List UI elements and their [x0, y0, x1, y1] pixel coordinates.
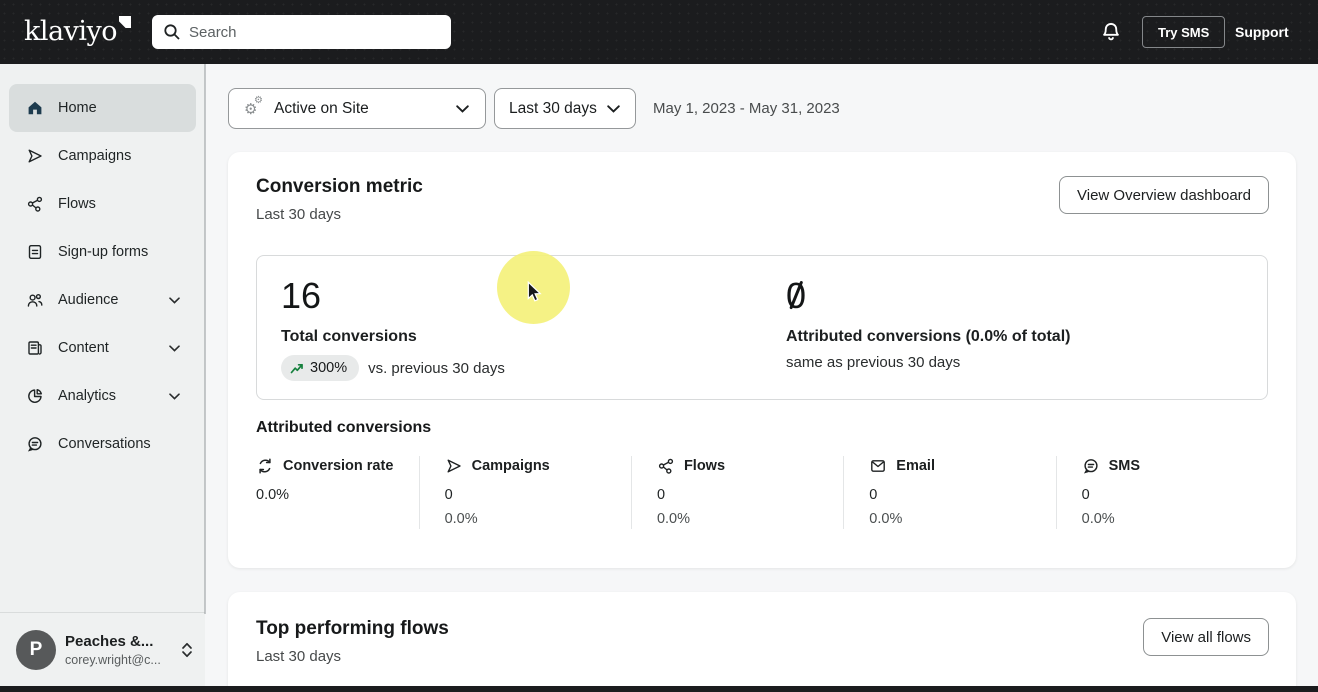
sidebar-item-label: Audience: [58, 292, 119, 308]
conversion-summary-box: 16 Total conversions 300% vs. previous 3…: [256, 255, 1268, 400]
card-subtitle: Last 30 days: [256, 648, 342, 665]
bottom-frame-strip: [0, 686, 1318, 692]
attributed-conversions-label: Attributed conversions (0.0% of total): [786, 328, 1071, 345]
chevron-down-icon: [169, 344, 180, 352]
sidebar: Home Campaigns Flows Sign-up forms Audie…: [0, 64, 205, 692]
total-conversions-value: 16: [281, 275, 322, 316]
topbar: klaviyo Try SMS Support: [0, 0, 1318, 64]
gears-icon: ⚙ ⚙: [244, 94, 263, 118]
breakdown-col-sms: SMS 0 0.0%: [1055, 456, 1268, 529]
sidebar-item-label: Home: [58, 100, 97, 116]
view-overview-dashboard-button[interactable]: View Overview dashboard: [1059, 176, 1269, 214]
klaviyo-flag-icon: [119, 16, 131, 28]
card-title: Conversion metric: [256, 176, 423, 197]
breakdown-col-conversion-rate: Conversion rate 0.0%: [256, 456, 419, 529]
expand-chevrons-icon: [181, 642, 193, 658]
sidebar-item-audience[interactable]: Audience: [9, 276, 196, 324]
breakdown-percent: 0.0%: [444, 511, 478, 527]
breakdown-value: 0: [656, 487, 666, 503]
metric-dropdown[interactable]: ⚙ ⚙ Active on Site: [228, 88, 486, 129]
chevron-down-icon: [169, 392, 180, 400]
home-icon: [26, 99, 44, 117]
chevron-down-icon: [169, 296, 180, 304]
sidebar-item-conversations[interactable]: Conversations: [9, 420, 196, 468]
attributed-conversions-note: same as previous 30 days: [786, 354, 961, 371]
sidebar-item-campaigns[interactable]: Campaigns: [9, 132, 196, 180]
account-switcher[interactable]: P Peaches &... corey.wright@c...: [0, 612, 205, 686]
sidebar-divider: [204, 64, 206, 614]
card-subtitle: Last 30 days: [256, 206, 342, 223]
breakdown-title: Attributed conversions: [256, 419, 432, 436]
sms-icon: [1082, 457, 1100, 475]
attributed-breakdown-row: Conversion rate 0.0% Campaigns 0 0.0% Fl…: [256, 456, 1268, 529]
sidebar-item-label: Sign-up forms: [58, 244, 149, 260]
avatar: P: [16, 629, 56, 670]
breakdown-percent: 0.0%: [869, 511, 903, 527]
date-range-text: May 1, 2023 - May 31, 2023: [653, 100, 840, 117]
breakdown-percent: 0.0%: [1081, 511, 1115, 527]
klaviyo-logo[interactable]: klaviyo: [24, 14, 131, 50]
breakdown-percent: 0.0%: [656, 511, 690, 527]
sidebar-item-home[interactable]: Home: [9, 84, 196, 132]
users-icon: [26, 291, 44, 309]
change-badge: 300%: [281, 355, 360, 381]
account-email: corey.wright@c...: [65, 652, 161, 667]
send-icon: [26, 147, 44, 165]
date-range-dropdown[interactable]: Last 30 days: [494, 88, 636, 129]
sidebar-item-analytics[interactable]: Analytics: [9, 372, 196, 420]
change-value: 300%: [310, 360, 348, 376]
sidebar-item-flows[interactable]: Flows: [9, 180, 196, 228]
content-icon: [26, 339, 44, 357]
notifications-bell-icon[interactable]: [1100, 21, 1122, 43]
breakdown-value: 0: [1081, 487, 1090, 503]
try-sms-button[interactable]: Try SMS: [1142, 16, 1226, 48]
sync-icon: [256, 457, 274, 475]
breakdown-value: 0.0%: [256, 487, 290, 503]
form-icon: [26, 243, 44, 261]
breakdown-value: 0: [869, 487, 878, 503]
sidebar-item-label: Campaigns: [58, 148, 132, 164]
flow-icon: [26, 195, 44, 213]
breakdown-col-campaigns: Campaigns 0 0.0%: [418, 456, 631, 529]
support-link[interactable]: Support: [1235, 24, 1289, 40]
card-title: Top performing flows: [256, 618, 449, 639]
attributed-conversions-value: 0: [786, 275, 807, 316]
sidebar-item-label: Conversations: [58, 436, 151, 452]
global-search: [152, 15, 451, 49]
logo-wordmark: klaviyo: [24, 16, 118, 47]
total-conversions-label: Total conversions: [281, 328, 417, 345]
sidebar-item-label: Content: [58, 340, 109, 356]
chevron-down-icon: [456, 104, 469, 113]
filters-row: ⚙ ⚙ Active on Site Last 30 days May 1, 20…: [228, 88, 840, 129]
sidebar-item-signup-forms[interactable]: Sign-up forms: [9, 228, 196, 276]
breakdown-col-email: Email 0 0.0%: [843, 456, 1055, 529]
conversion-metric-card: Conversion metric Last 30 days View Over…: [228, 152, 1296, 568]
trend-up-icon: [290, 362, 304, 375]
metric-dropdown-value: Active on Site: [274, 99, 369, 117]
pie-icon: [26, 387, 44, 405]
account-name: Peaches &...: [65, 632, 154, 650]
chat-icon: [26, 435, 44, 453]
sidebar-item-content[interactable]: Content: [9, 324, 196, 372]
change-note: vs. previous 30 days: [368, 359, 505, 377]
send-icon: [445, 457, 463, 475]
breakdown-value: 0: [444, 487, 453, 503]
search-icon: [163, 23, 181, 41]
email-icon: [869, 457, 887, 475]
main-content: ⚙ ⚙ Active on Site Last 30 days May 1, 20…: [205, 64, 1318, 692]
sidebar-item-label: Analytics: [58, 388, 117, 404]
top-performing-flows-card: Top performing flows Last 30 days View a…: [228, 592, 1296, 692]
breakdown-col-flows: Flows 0 0.0%: [630, 456, 843, 529]
chevron-down-icon: [607, 104, 620, 113]
view-all-flows-button[interactable]: View all flows: [1143, 618, 1269, 656]
date-dropdown-value: Last 30 days: [509, 99, 597, 117]
sidebar-item-label: Flows: [58, 196, 96, 212]
search-input[interactable]: [152, 15, 451, 49]
flow-icon: [657, 457, 675, 475]
